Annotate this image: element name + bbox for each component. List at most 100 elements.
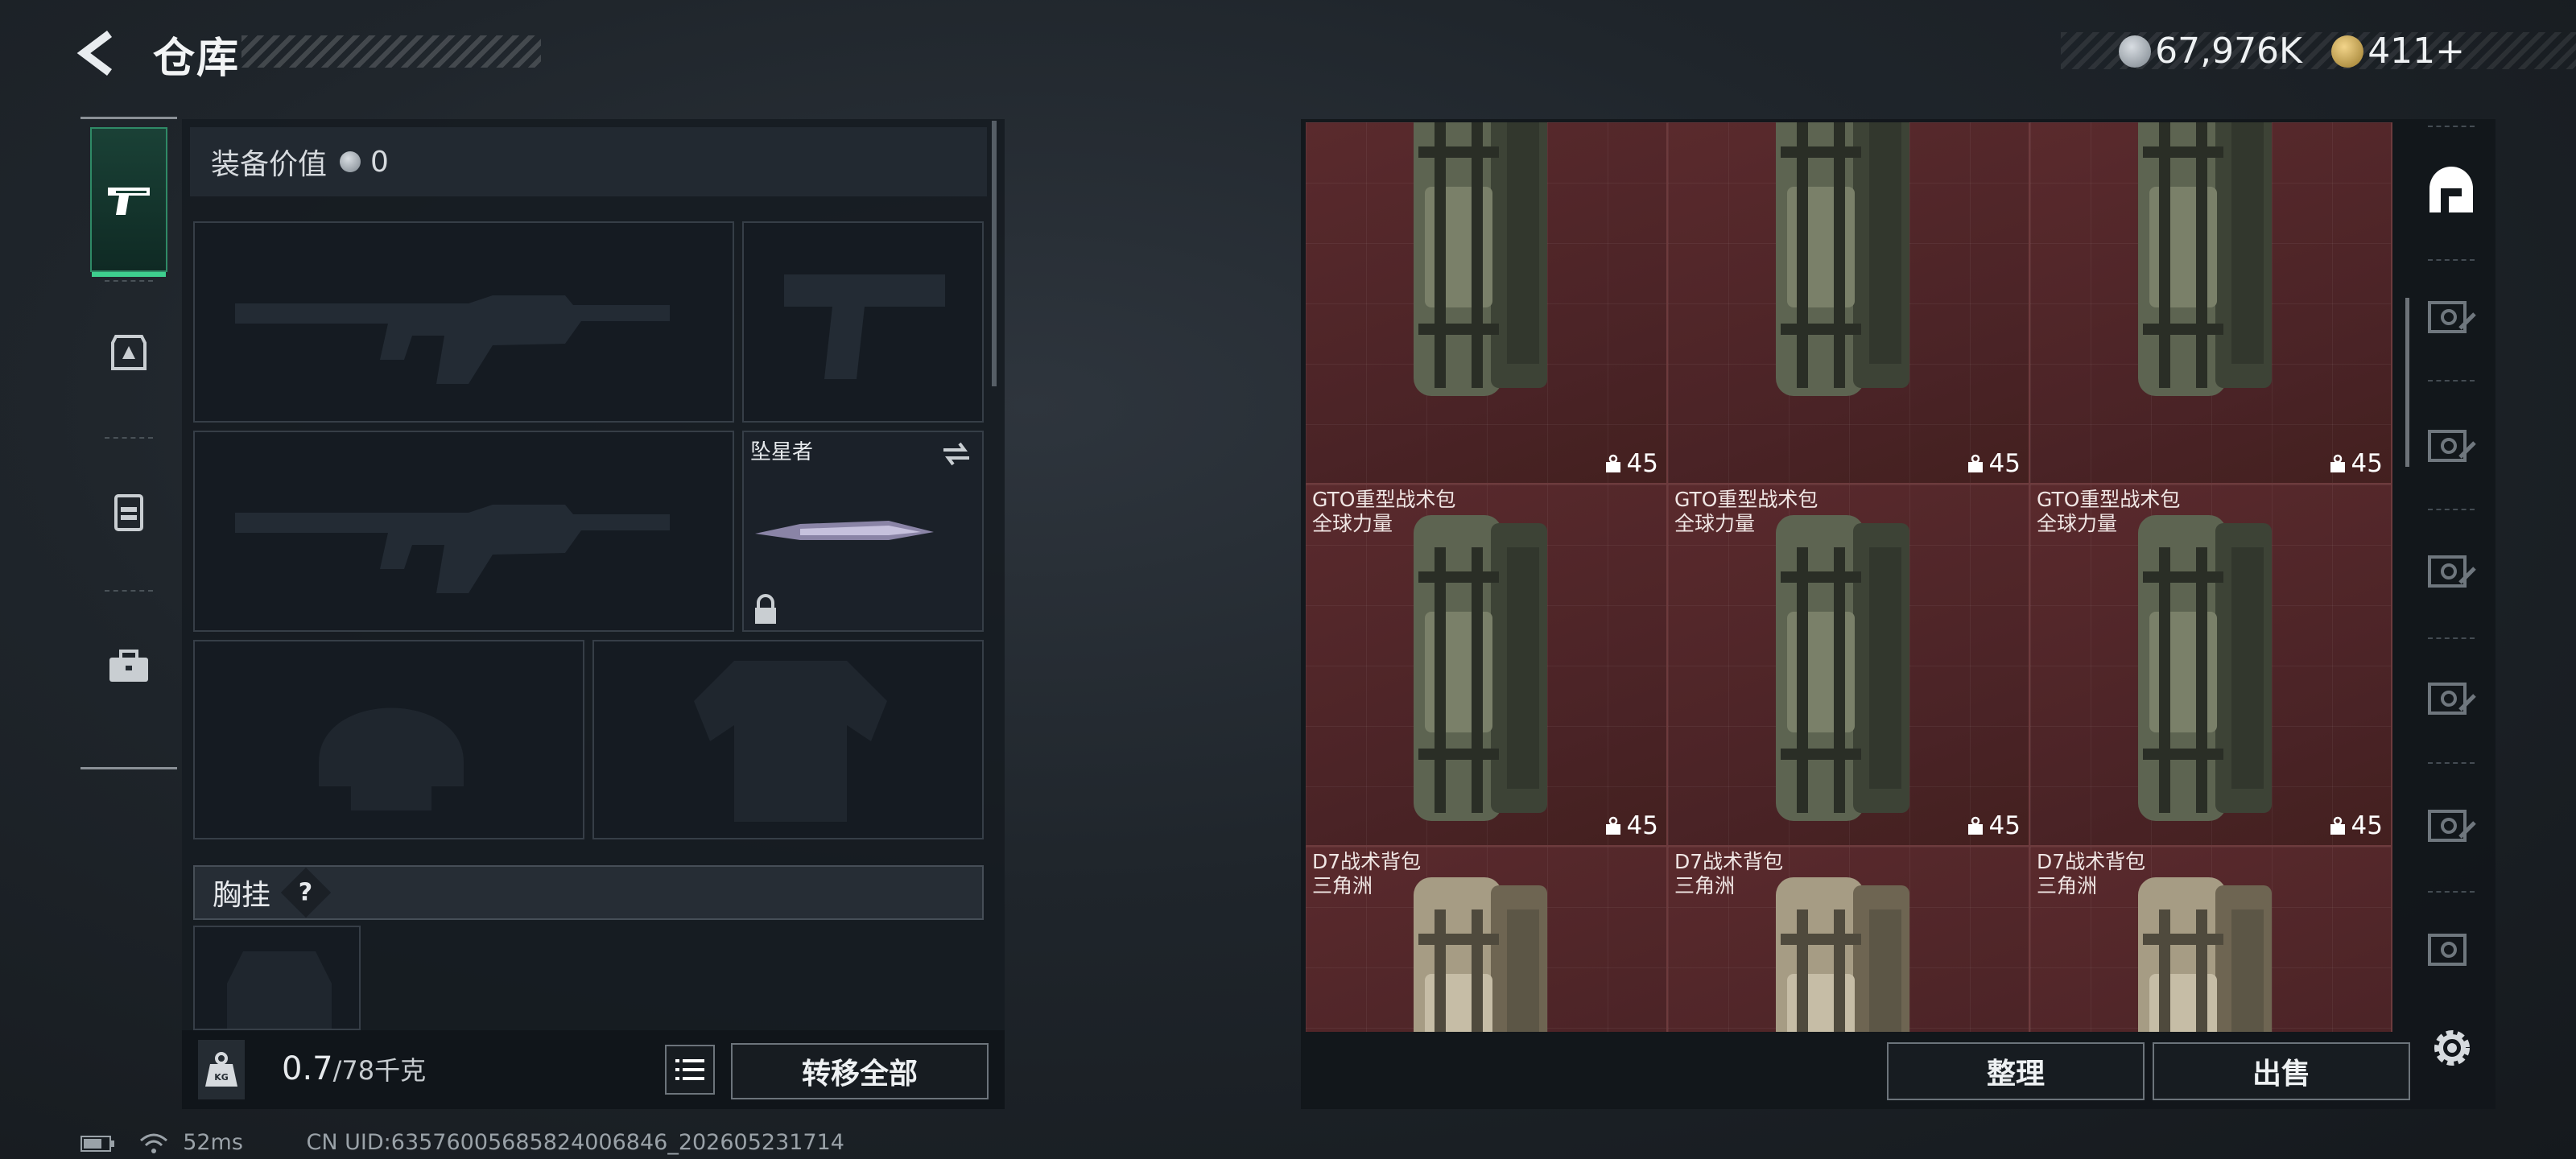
tab-storage-2[interactable] — [2425, 417, 2478, 470]
title-stripe — [242, 35, 541, 68]
battery-icon — [80, 1135, 114, 1152]
backpack-capacity-icon — [2330, 454, 2345, 472]
item-name: D7战术背包 三角洲 — [1312, 850, 1422, 897]
tab-storage-6[interactable] — [2425, 921, 2478, 974]
storage-grid: 45 45 45 GTO重型战术包 全球力量 45 GTO重型战术包 全球力量 45 GTO重… — [1306, 122, 2392, 1032]
gold-amount: 411+ — [2368, 31, 2466, 72]
status-footer: 52ms CN UID:63576005685824006846_2026052… — [80, 1130, 844, 1155]
uid-text: CN UID:63576005685824006846_202605231714 — [306, 1130, 844, 1155]
nav-item-armor[interactable] — [90, 280, 167, 425]
storage-item-cell[interactable]: 45 — [1306, 122, 1668, 485]
lock-icon — [755, 594, 776, 624]
vest-silhouette-icon — [694, 661, 887, 822]
rifle-silhouette-icon — [235, 295, 670, 384]
chest-rig-silhouette-icon — [227, 951, 332, 1029]
storage-tabs — [2415, 122, 2487, 1032]
backpack-icon — [1776, 122, 1909, 396]
backpack-icon — [1776, 515, 1909, 821]
organize-button[interactable]: 整理 — [1887, 1042, 2145, 1100]
storage-tab-icon — [2428, 683, 2476, 715]
item-name: GTO重型战术包 全球力量 — [1312, 488, 1456, 535]
capacity-text: 0.7/78千克 — [282, 1050, 426, 1087]
storage-item-cell[interactable]: GTO重型战术包 全球力量 45 — [1306, 485, 1668, 847]
chest-rig-label: 胸挂 — [213, 879, 271, 912]
storage-scrollbar[interactable] — [2405, 298, 2409, 467]
helmet-silhouette-icon — [319, 707, 464, 810]
settings-button[interactable] — [2426, 1022, 2478, 1074]
storage-item-cell[interactable]: GTO重型战术包 全球力量 45 — [2030, 485, 2392, 847]
secondary-weapon-slot[interactable] — [742, 221, 984, 423]
storage-item-cell[interactable]: D7战术背包 三角洲 — [1306, 847, 1668, 1032]
tab-storage-1[interactable] — [2425, 288, 2478, 341]
equipment-value: 0 — [370, 145, 389, 179]
transfer-all-button[interactable]: 转移全部 — [731, 1043, 989, 1099]
nav-item-backpack[interactable] — [90, 439, 167, 584]
item-capacity: 45 — [2329, 811, 2383, 840]
melee-name: 坠星者 — [750, 440, 814, 464]
silver-coin-icon — [2119, 35, 2151, 68]
storage-tab-icon — [2428, 430, 2476, 462]
capacity-total: /78千克 — [332, 1055, 427, 1086]
storage-tab-icon — [2428, 934, 2467, 966]
storage-item-cell[interactable]: D7战术背包 三角洲 — [2030, 847, 2392, 1032]
silver-amount: 67,976K — [2155, 31, 2302, 72]
storage-item-cell[interactable]: 45 — [1668, 122, 2030, 485]
back-button[interactable] — [74, 27, 126, 79]
backpack-capacity-icon — [1605, 454, 1620, 472]
nav-item-weapons[interactable] — [90, 127, 167, 277]
currency-display[interactable]: 67,976K 411+ — [2119, 31, 2465, 72]
help-icon[interactable]: ? — [280, 867, 332, 918]
primary-weapon-slot[interactable] — [193, 221, 734, 423]
equipment-value-label: 装备价值 — [211, 148, 328, 181]
storage-tab-icon — [2428, 301, 2476, 333]
helmet-slot[interactable] — [193, 640, 584, 839]
chest-rig-header: 胸挂 ? — [193, 865, 984, 920]
armor-icon — [111, 335, 147, 370]
backpack-capacity-icon — [1605, 816, 1620, 835]
capacity-used: 0.7 — [282, 1050, 333, 1087]
item-capacity: 45 — [1604, 449, 1658, 478]
storage-item-cell[interactable]: GTO重型战术包 全球力量 45 — [1668, 485, 2030, 847]
storage-item-cell[interactable]: D7战术背包 三角洲 — [1668, 847, 2030, 1032]
gear-icon — [2434, 1030, 2470, 1066]
backpack-icon — [1414, 877, 1547, 1032]
backpack-icon — [114, 494, 143, 531]
sell-button[interactable]: 出售 — [2153, 1042, 2410, 1100]
item-name: D7战术背包 三角洲 — [1674, 850, 1784, 897]
loadout-scrollbar[interactable] — [992, 121, 997, 386]
storage-tab-icon — [2428, 555, 2476, 588]
ping-text: 52ms — [183, 1130, 243, 1155]
backpack-capacity-icon — [1967, 454, 1983, 472]
armor-slot[interactable] — [592, 640, 984, 839]
storage-tab-icon — [2428, 810, 2476, 842]
tab-storage-4[interactable] — [2425, 670, 2478, 723]
backpack-capacity-icon — [1967, 816, 1983, 835]
item-capacity: 45 — [1967, 811, 2021, 840]
svg-text:KG: KG — [214, 1072, 229, 1083]
tab-storage-3[interactable] — [2425, 542, 2478, 596]
item-capacity: 45 — [1967, 449, 2021, 478]
backpack-icon — [2138, 877, 2272, 1032]
melee-slot[interactable]: 坠星者 — [742, 431, 984, 632]
weight-icon-box: KG — [198, 1040, 245, 1099]
weight-icon: KG — [205, 1052, 237, 1087]
backpack-icon — [2138, 122, 2272, 396]
chest-rig-slot[interactable] — [193, 926, 361, 1030]
pistol-icon — [108, 188, 150, 215]
storage-item-cell[interactable]: 45 — [2030, 122, 2392, 485]
knife-icon — [755, 521, 934, 540]
item-name: GTO重型战术包 全球力量 — [1674, 488, 1818, 535]
secondary-rifle-slot[interactable] — [193, 431, 734, 632]
list-view-button[interactable] — [665, 1045, 715, 1095]
tab-storage-5[interactable] — [2425, 797, 2478, 850]
nav-item-toolbox[interactable] — [90, 594, 167, 739]
backpack-capacity-icon — [2330, 816, 2345, 835]
tab-storage-all[interactable] — [2425, 164, 2478, 217]
pistol-silhouette-icon — [784, 274, 945, 379]
item-name: GTO重型战术包 全球力量 — [2037, 488, 2181, 535]
silver-coin-icon — [340, 151, 361, 172]
swap-icon[interactable] — [940, 440, 972, 468]
item-capacity: 45 — [2329, 449, 2383, 478]
toolbox-icon — [109, 650, 148, 682]
backpack-icon — [1776, 877, 1909, 1032]
